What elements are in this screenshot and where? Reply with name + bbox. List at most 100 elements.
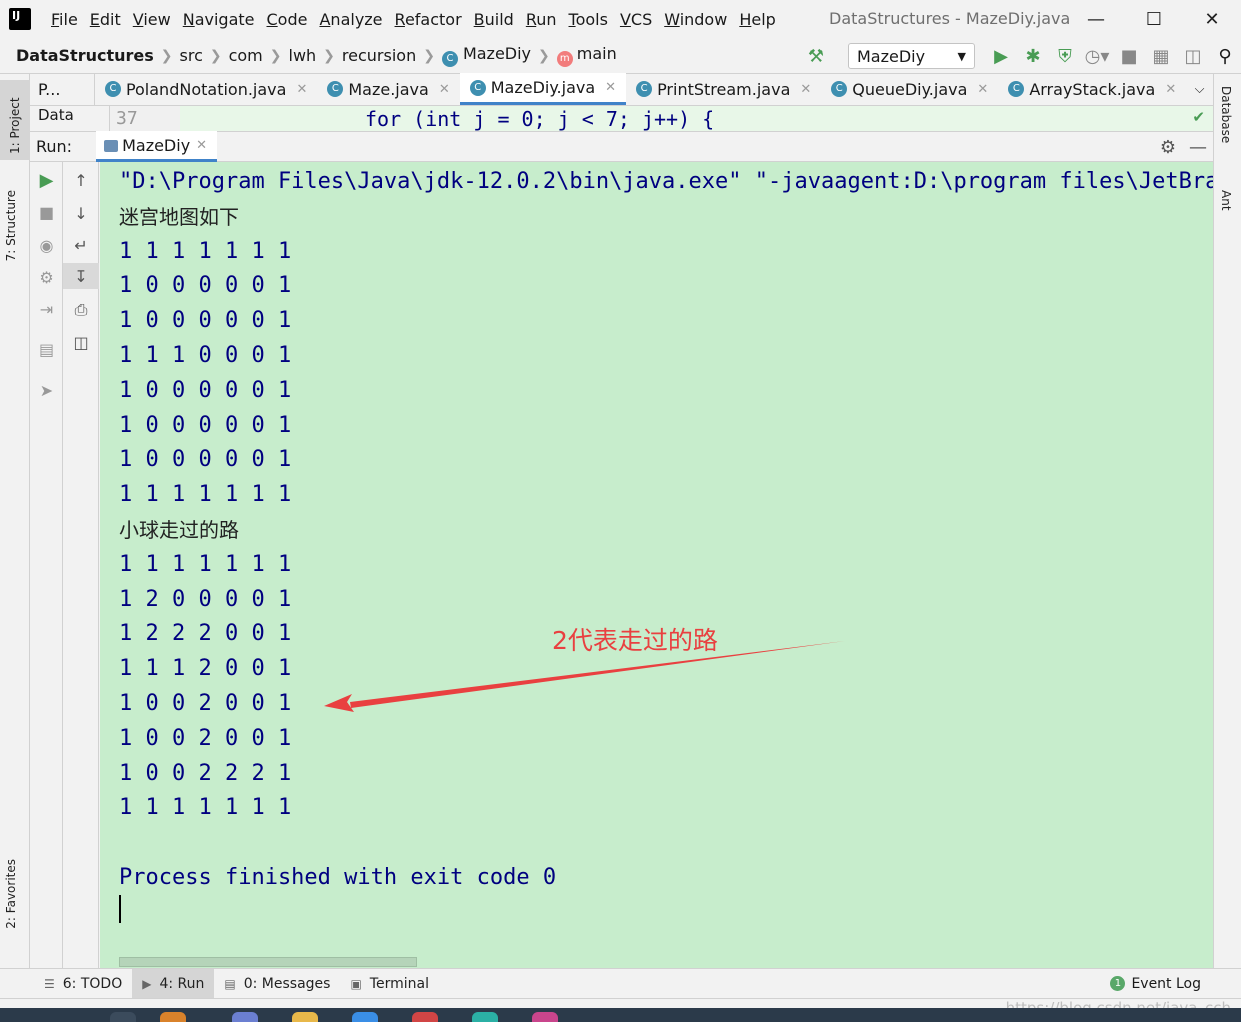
rerun-play-icon[interactable]: ▶: [30, 167, 63, 193]
editor-tabs: P... C PolandNotation.java ✕ C Maze.java ✕ C Ma…: [30, 73, 1213, 106]
taskbar-app-icon[interactable]: [352, 1012, 378, 1022]
breadcrumb-recursion[interactable]: recursion: [342, 46, 416, 65]
class-icon: C: [327, 81, 344, 97]
console-line: 1 0 0 2 0 0 1: [119, 725, 292, 751]
camera-icon[interactable]: ◉: [30, 232, 63, 258]
menu-analyze[interactable]: Analyze: [313, 10, 388, 29]
debug-bug-icon[interactable]: ✱: [1017, 38, 1049, 74]
menu-file[interactable]: File: [45, 10, 84, 29]
tool-tab-favorites[interactable]: 2: Favorites: [4, 859, 18, 929]
menu-run[interactable]: Run: [520, 10, 563, 29]
messages-icon: ▤: [224, 976, 236, 991]
close-tab-icon[interactable]: ✕: [605, 80, 616, 95]
tool-tab-project[interactable]: 1: Project: [0, 80, 30, 160]
editor-tab-maze[interactable]: C Maze.java ✕: [317, 73, 459, 105]
taskbar-app-icon[interactable]: [472, 1012, 498, 1022]
code-line[interactable]: for (int j = 0; j < 7; j++) {: [180, 106, 1213, 131]
build-hammer-icon[interactable]: ⚒: [800, 38, 832, 74]
arrow-down-icon[interactable]: ↓: [63, 200, 99, 226]
horizontal-scrollbar[interactable]: [119, 957, 417, 967]
close-icon[interactable]: ✕: [1183, 0, 1241, 38]
run-play-icon[interactable]: ▶: [985, 38, 1017, 74]
breadcrumb-project[interactable]: DataStructures: [16, 46, 154, 65]
run-anything-icon[interactable]: ◫: [1177, 38, 1209, 74]
scroll-to-end-icon[interactable]: ↧: [63, 263, 99, 289]
project-structure-icon[interactable]: ▦: [1145, 38, 1177, 74]
stop-icon[interactable]: ■: [30, 199, 63, 225]
event-log-button[interactable]: 1 Event Log: [1110, 976, 1201, 992]
tool-tab-database[interactable]: Database: [1219, 86, 1233, 143]
arrow-up-icon[interactable]: ↑: [63, 167, 99, 193]
taskbar-app-icon[interactable]: [110, 1012, 136, 1022]
menu-window[interactable]: Window: [658, 10, 733, 29]
breadcrumb-lwh[interactable]: lwh: [289, 46, 317, 65]
search-icon[interactable]: ⚲: [1209, 38, 1241, 74]
menu-help[interactable]: Help: [733, 10, 781, 29]
taskbar-app-icon[interactable]: [160, 1012, 186, 1022]
console-output[interactable]: "D:\Program Files\Java\jdk-12.0.2\bin\ja…: [100, 162, 1213, 968]
menu-navigate[interactable]: Navigate: [177, 10, 261, 29]
breadcrumb-method[interactable]: m main: [556, 44, 617, 67]
todo-list-icon: ☰: [44, 976, 55, 991]
annotation-label: 2代表走过的路: [552, 626, 718, 655]
console-line: 1 0 0 0 0 0 1: [119, 273, 292, 299]
menu-refactor[interactable]: Refactor: [389, 10, 468, 29]
bottom-tab-run[interactable]: ▶ 4: Run: [132, 968, 215, 999]
minimize-icon[interactable]: —: [1067, 0, 1125, 38]
run-configuration-select[interactable]: MazeDiy ▼: [848, 43, 975, 69]
coverage-icon[interactable]: ⛨: [1049, 38, 1081, 74]
breadcrumb-com[interactable]: com: [229, 46, 263, 65]
taskbar-app-icon[interactable]: [412, 1012, 438, 1022]
menu-vcs[interactable]: VCS: [614, 10, 658, 29]
print-icon[interactable]: ⎙: [63, 297, 99, 323]
menu-edit[interactable]: Edit: [84, 10, 127, 29]
close-tab-icon[interactable]: ✕: [800, 82, 811, 97]
pin-icon[interactable]: ➤: [30, 377, 63, 403]
bottom-tab-terminal[interactable]: ▣ Terminal: [340, 969, 439, 999]
bottom-tool-bar: ☰ 6: TODO ▶ 4: Run ▤ 0: Messages ▣ Terminal 1 E…: [0, 968, 1241, 999]
bottom-tab-todo[interactable]: ☰ 6: TODO: [34, 969, 132, 999]
settings-restore-icon[interactable]: ⚙: [30, 264, 63, 290]
hide-panel-icon[interactable]: —: [1183, 137, 1213, 158]
maximize-icon[interactable]: ☐: [1125, 0, 1183, 38]
tool-tab-ant[interactable]: Ant: [1219, 190, 1233, 211]
checkmark-icon: ✔: [1192, 108, 1205, 126]
project-tree-root[interactable]: Data: [30, 106, 110, 131]
taskbar-app-icon[interactable]: [292, 1012, 318, 1022]
breadcrumb-class[interactable]: C MazeDiy: [441, 44, 531, 67]
menu-tools[interactable]: Tools: [563, 10, 614, 29]
chevron-down-icon[interactable]: ⌵: [1186, 73, 1213, 105]
close-tab-icon[interactable]: ✕: [977, 82, 988, 97]
editor-tab-polandnotation[interactable]: C PolandNotation.java ✕: [95, 73, 317, 105]
close-tab-icon[interactable]: ✕: [296, 82, 307, 97]
editor-tab-mazediy[interactable]: C MazeDiy.java ✕: [459, 73, 627, 105]
soft-wrap-icon[interactable]: ↵: [63, 232, 99, 258]
breadcrumb-src[interactable]: src: [180, 46, 203, 65]
close-tab-icon[interactable]: ✕: [196, 138, 207, 153]
editor-tab-printstream[interactable]: C PrintStream.java ✕: [626, 73, 821, 105]
editor-tab-queuediy[interactable]: C QueueDiy.java ✕: [821, 73, 998, 105]
bottom-tab-messages[interactable]: ▤ 0: Messages: [214, 969, 340, 999]
stop-icon[interactable]: ■: [1113, 38, 1145, 74]
trash-icon[interactable]: ◫: [63, 329, 99, 355]
menu-view[interactable]: View: [127, 10, 177, 29]
gear-icon[interactable]: ⚙: [1153, 137, 1183, 158]
layout-icon[interactable]: ▤: [30, 336, 63, 362]
tool-tab-structure[interactable]: 7: Structure: [4, 190, 18, 261]
project-panel-header[interactable]: P...: [30, 73, 95, 105]
menu-code[interactable]: Code: [261, 10, 314, 29]
editor-tab-arraystack[interactable]: C ArrayStack.java ✕: [998, 73, 1186, 105]
console-line: 1 1 1 1 1 1 1: [119, 238, 292, 264]
console-line: 1 1 1 0 0 0 1: [119, 342, 292, 368]
exit-icon[interactable]: ⇥: [30, 296, 63, 322]
console-line: 1 1 1 1 1 1 1: [119, 795, 292, 821]
profile-icon[interactable]: ◷▾: [1081, 38, 1113, 74]
run-tab-mazediy[interactable]: MazeDiy ✕: [96, 131, 218, 162]
close-tab-icon[interactable]: ✕: [439, 82, 450, 97]
menu-build[interactable]: Build: [468, 10, 520, 29]
bottom-tab-label: 4: Run: [159, 975, 205, 992]
taskbar-app-icon[interactable]: [232, 1012, 258, 1022]
close-tab-icon[interactable]: ✕: [1165, 82, 1176, 97]
console-line: 1 2 0 0 0 0 1: [119, 586, 292, 612]
taskbar-app-icon[interactable]: [532, 1012, 558, 1022]
